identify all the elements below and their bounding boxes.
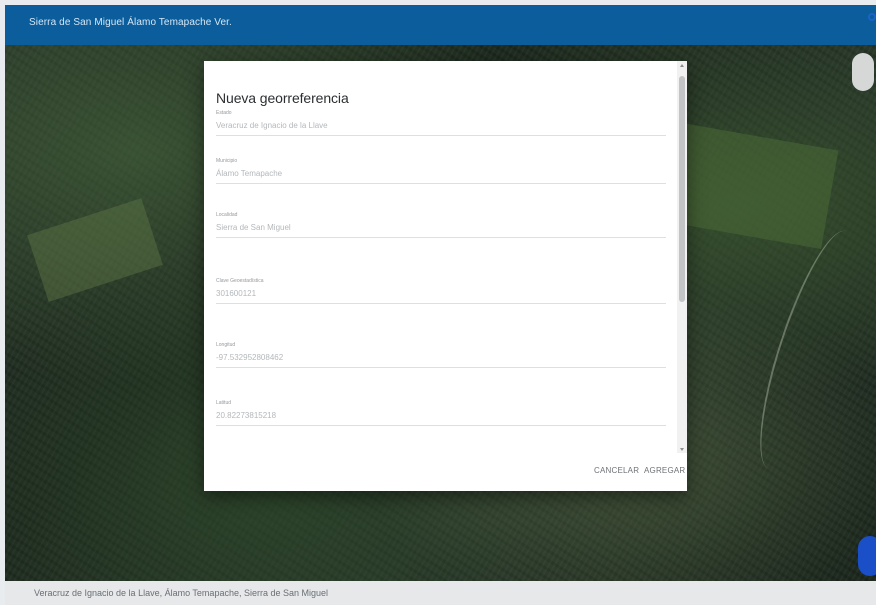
location-status-bar: Veracruz de Ignacio de la Llave, Álamo T… [5,581,876,605]
map-control-circle-icon[interactable] [852,53,874,91]
field-label: Clave Geoestadística [216,278,264,284]
field-value[interactable]: 301600121 [216,289,666,299]
location-status-text: Veracruz de Ignacio de la Llave, Álamo T… [34,588,329,598]
estado-field[interactable]: Estado Veracruz de Ignacio de la Llave [216,110,666,136]
field-underline [216,425,666,426]
field-underline [216,367,666,368]
localidad-field[interactable]: Localidad Sierra de San Miguel [216,212,666,238]
field-value[interactable]: Veracruz de Ignacio de la Llave [216,121,666,131]
add-button[interactable]: AGREGAR [644,465,685,477]
field-label: Longitud [216,342,236,348]
field-label: Municipio [216,158,238,164]
cancel-button[interactable]: CANCELAR [594,465,639,477]
map-field-patch [27,198,163,302]
dialog-scrollbar[interactable] [677,61,687,453]
fab-circle-icon[interactable] [858,536,876,576]
georreference-dialog: Nueva georreferencia Estado Veracruz de … [204,61,687,491]
page-title: Sierra de San Miguel Álamo Temapache Ver… [29,17,232,28]
field-underline [216,303,666,304]
field-underline [216,183,666,184]
location-status-icon[interactable] [868,13,876,21]
municipio-field[interactable]: Municipio Álamo Temapache [216,158,666,184]
field-underline [216,237,666,238]
field-value[interactable]: -97.532952808462 [216,353,666,363]
field-value[interactable]: Álamo Temapache [216,169,666,179]
map-river [741,222,874,478]
app-frame: Sierra de San Miguel Álamo Temapache Ver… [5,5,876,605]
field-value[interactable]: 20.82273815218 [216,411,666,421]
scroll-up-icon[interactable] [680,64,684,67]
field-label: Localidad [216,212,238,218]
top-bar: Sierra de San Miguel Álamo Temapache Ver… [5,5,876,45]
field-label: Estado [216,110,232,116]
dialog-title: Nueva georreferencia [216,90,349,106]
field-label: Latitud [216,400,232,406]
field-underline [216,135,666,136]
latitud-field[interactable]: Latitud 20.82273815218 [216,400,666,426]
scrollbar-thumb[interactable] [679,76,685,302]
field-value[interactable]: Sierra de San Miguel [216,223,666,233]
scroll-down-icon[interactable] [680,448,684,451]
dialog-actions: CANCELAR AGREGAR [204,453,687,491]
longitud-field[interactable]: Longitud -97.532952808462 [216,342,666,368]
clave-geoestadistica-field[interactable]: Clave Geoestadística 301600121 [216,278,666,304]
